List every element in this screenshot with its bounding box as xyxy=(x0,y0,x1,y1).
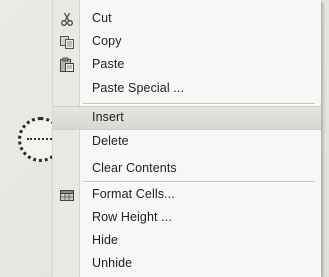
copy-icon xyxy=(59,34,75,50)
scissors-icon xyxy=(59,11,75,27)
menu-item-paste[interactable]: Paste xyxy=(53,54,321,76)
menu-item-label: Copy xyxy=(92,34,122,48)
menu-item-row-height[interactable]: Row Height ... xyxy=(53,207,321,229)
menu-item-paste-special[interactable]: Paste Special ... xyxy=(53,78,321,100)
menu-item-delete[interactable]: Delete xyxy=(53,131,321,153)
menu-separator xyxy=(83,181,315,182)
menu-item-hide[interactable]: Hide xyxy=(53,230,321,252)
menu-item-label: Format Cells... xyxy=(92,187,175,201)
menu-separator xyxy=(83,103,315,104)
callout-dash-line xyxy=(27,138,55,142)
screenshot-stage: Cut Copy Paste Paste Special ... Insert … xyxy=(0,0,329,277)
context-menu: Cut Copy Paste Paste Special ... Insert … xyxy=(52,0,321,277)
menu-item-format-cells[interactable]: Format Cells... xyxy=(53,184,321,206)
menu-item-label: Clear Contents xyxy=(92,161,177,175)
menu-item-label: Paste xyxy=(92,57,125,71)
menu-item-label: Delete xyxy=(92,134,129,148)
menu-item-label: Unhide xyxy=(92,256,133,270)
paste-icon xyxy=(59,57,75,73)
menu-item-insert[interactable]: Insert xyxy=(53,106,321,130)
menu-item-label: Cut xyxy=(92,11,112,25)
menu-item-label: Insert xyxy=(92,110,124,124)
menu-item-label: Row Height ... xyxy=(92,210,172,224)
menu-item-copy[interactable]: Copy xyxy=(53,31,321,53)
menu-item-clear-contents[interactable]: Clear Contents xyxy=(53,158,321,180)
menu-item-label: Paste Special ... xyxy=(92,81,185,95)
menu-item-cut[interactable]: Cut xyxy=(53,8,321,30)
menu-item-label: Hide xyxy=(92,233,119,247)
format-cells-icon xyxy=(59,187,75,203)
menu-item-unhide[interactable]: Unhide xyxy=(53,253,321,275)
